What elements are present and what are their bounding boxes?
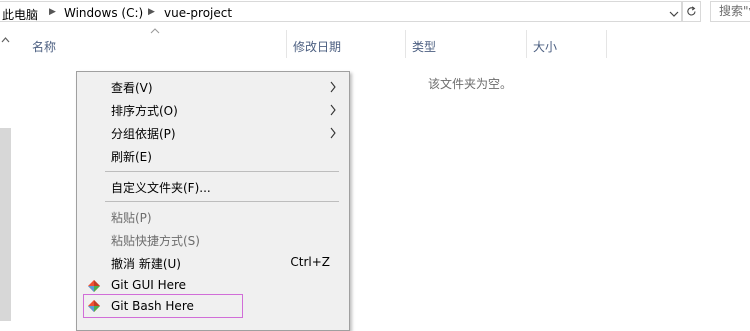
breadcrumb-separator-icon[interactable]: ▶ bbox=[49, 7, 56, 17]
menu-item-sort-by[interactable]: 排序方式(O) bbox=[77, 99, 349, 121]
menu-item-refresh[interactable]: 刷新(E) bbox=[77, 145, 349, 167]
refresh-button[interactable] bbox=[682, 1, 701, 22]
menu-item-paste-shortcut[interactable]: 粘贴快捷方式(S) bbox=[77, 229, 349, 251]
chevron-right-icon bbox=[330, 127, 336, 139]
git-icon bbox=[88, 300, 100, 312]
menu-item-view[interactable]: 查看(V) bbox=[77, 76, 349, 98]
menu-item-undo-new[interactable]: 撤消 新建(U) Ctrl+Z bbox=[77, 252, 349, 274]
menu-item-label: 撤消 新建(U) bbox=[111, 257, 181, 271]
menu-separator bbox=[105, 171, 339, 172]
address-dropdown-button[interactable] bbox=[666, 3, 682, 24]
breadcrumb-this-pc[interactable]: 此电脑 bbox=[2, 6, 38, 23]
chevron-right-icon bbox=[330, 81, 336, 93]
git-icon bbox=[88, 280, 100, 292]
menu-item-label: 粘贴(P) bbox=[111, 211, 152, 225]
context-menu: 查看(V) 排序方式(O) 分组依据(P) 刷新(E) 自定义文件夹(F)...… bbox=[76, 71, 350, 331]
address-bar[interactable]: 此电脑 ▶ Windows (C:) ▶ vue-project bbox=[0, 1, 682, 22]
column-divider[interactable] bbox=[405, 30, 406, 58]
column-header-name[interactable]: 名称 bbox=[32, 38, 56, 55]
menu-item-label: 粘贴快捷方式(S) bbox=[111, 234, 200, 248]
menu-item-label: 自定义文件夹(F)... bbox=[111, 181, 211, 195]
refresh-icon bbox=[687, 6, 696, 16]
menu-item-label: Git GUI Here bbox=[111, 278, 187, 292]
column-divider[interactable] bbox=[526, 30, 527, 58]
column-header-size[interactable]: 大小 bbox=[533, 38, 557, 55]
menu-item-paste[interactable]: 粘贴(P) bbox=[77, 206, 349, 228]
navigation-pane bbox=[0, 24, 11, 321]
chevron-down-icon bbox=[669, 11, 679, 17]
column-divider[interactable] bbox=[286, 30, 287, 58]
breadcrumb-folder[interactable]: vue-project bbox=[164, 6, 232, 20]
address-bar-row: 此电脑 ▶ Windows (C:) ▶ vue-project 搜索"vue-… bbox=[0, 0, 750, 24]
column-header-date-modified[interactable]: 修改日期 bbox=[293, 38, 341, 55]
menu-item-git-bash-here[interactable]: Git Bash Here bbox=[83, 294, 243, 318]
menu-item-label: Git Bash Here bbox=[111, 299, 194, 313]
menu-item-label: 刷新(E) bbox=[111, 150, 152, 164]
empty-folder-message: 该文件夹为空。 bbox=[428, 77, 513, 91]
menu-item-customize-folder[interactable]: 自定义文件夹(F)... bbox=[77, 176, 349, 198]
breadcrumb-drive[interactable]: Windows (C:) bbox=[64, 6, 143, 20]
menu-item-label: 查看(V) bbox=[111, 81, 153, 95]
column-divider[interactable] bbox=[606, 30, 607, 58]
menu-item-group-by[interactable]: 分组依据(P) bbox=[77, 122, 349, 144]
column-header-type[interactable]: 类型 bbox=[412, 38, 436, 55]
menu-item-label: 排序方式(O) bbox=[111, 104, 178, 118]
chevron-right-icon bbox=[330, 104, 336, 116]
sort-ascending-icon bbox=[150, 28, 160, 34]
search-input[interactable]: 搜索"vue-project" bbox=[710, 1, 750, 22]
menu-item-label: 分组依据(P) bbox=[111, 127, 176, 141]
menu-item-shortcut: Ctrl+Z bbox=[290, 255, 330, 269]
nav-scrollbar[interactable] bbox=[0, 128, 11, 321]
scroll-up-icon[interactable] bbox=[0, 34, 11, 46]
breadcrumb-separator-icon[interactable]: ▶ bbox=[148, 7, 155, 17]
menu-separator bbox=[105, 201, 339, 202]
